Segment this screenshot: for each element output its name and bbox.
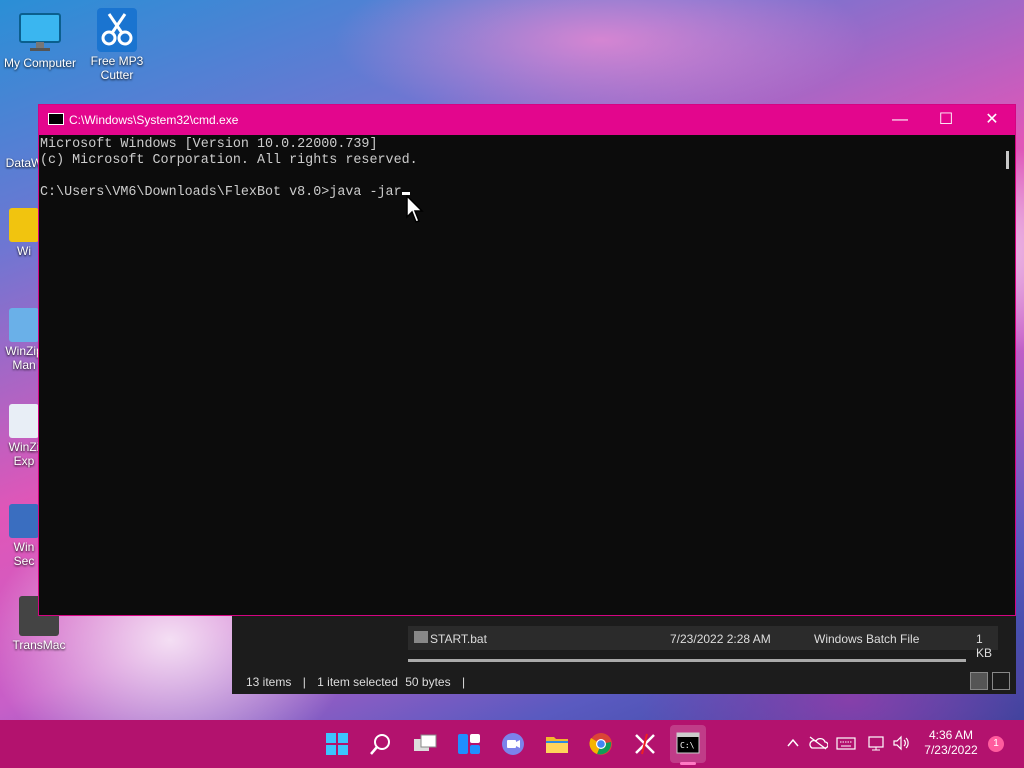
monitor-icon xyxy=(18,10,62,54)
horizontal-scrollbar[interactable] xyxy=(408,659,966,662)
vertical-scrollbar[interactable] xyxy=(1006,151,1009,169)
console-prompt: C:\Users\VM6\Downloads\FlexBot v8.0>java… xyxy=(40,185,402,200)
console-prompt-line: C:\Users\VM6\Downloads\FlexBot v8.0>java… xyxy=(40,185,995,201)
minimize-button[interactable]: — xyxy=(877,105,923,135)
desktop-icon-label: My Computer xyxy=(3,56,77,70)
terminal-taskbar-button[interactable]: C:\ xyxy=(670,725,706,763)
onedrive-icon[interactable] xyxy=(808,736,828,750)
item-count: 13 items xyxy=(246,675,292,689)
details-view-button[interactable] xyxy=(970,672,988,690)
desktop-icon-my-computer[interactable]: My Computer xyxy=(0,10,80,70)
file-explorer-window: START.bat 7/23/2022 2:28 AM Windows Batc… xyxy=(232,612,1016,694)
file-name: START.bat xyxy=(430,632,487,646)
server-shortcut-icon xyxy=(9,504,39,538)
pdf-shortcut-icon xyxy=(9,404,39,438)
widgets-icon[interactable] xyxy=(457,732,481,756)
search-icon[interactable] xyxy=(369,732,393,756)
mouse-pointer-icon xyxy=(406,195,424,223)
console-output[interactable]: Microsoft Windows [Version 10.0.22000.73… xyxy=(39,137,995,615)
scissors-icon xyxy=(95,8,139,52)
file-explorer-icon[interactable] xyxy=(545,732,569,756)
file-date: 7/23/2022 2:28 AM xyxy=(670,632,771,646)
chrome-icon[interactable] xyxy=(589,732,613,756)
status-bar: 13 items | 1 item selected 50 bytes | xyxy=(246,675,466,689)
notification-badge[interactable]: 1 xyxy=(988,736,1004,752)
selected-size: 50 bytes xyxy=(405,675,451,689)
capcut-icon[interactable] xyxy=(633,732,657,756)
task-view-icon[interactable] xyxy=(413,732,437,756)
active-indicator xyxy=(680,762,696,765)
network-icon[interactable] xyxy=(868,735,886,751)
maximize-button[interactable]: ☐ xyxy=(923,105,969,135)
clock[interactable]: 4:36 AM 7/23/2022 xyxy=(918,728,984,758)
volume-icon[interactable] xyxy=(892,735,912,751)
file-type: Windows Batch File xyxy=(814,632,920,646)
teams-chat-icon[interactable] xyxy=(501,732,525,756)
selected-count: 1 item selected xyxy=(317,675,398,689)
title-bar[interactable]: C:\Windows\System32\cmd.exe — ☐ ✕ xyxy=(39,105,1015,135)
large-icons-view-button[interactable] xyxy=(992,672,1010,690)
svg-text:C:\: C:\ xyxy=(680,741,695,750)
folder-shortcut-icon xyxy=(9,208,39,242)
keyboard-icon[interactable] xyxy=(836,737,856,750)
desktop-icon-label: Free MP3 Cutter xyxy=(90,54,144,82)
terminal-icon: C:\ xyxy=(676,732,700,754)
cmd-window[interactable]: C:\Windows\System32\cmd.exe — ☐ ✕ Micros… xyxy=(38,104,1016,616)
clock-date: 7/23/2022 xyxy=(924,743,978,757)
image-shortcut-icon xyxy=(9,308,39,342)
desktop-icon-free-mp3-cutter[interactable]: Free MP3 Cutter xyxy=(77,8,157,82)
file-size: 1 KB xyxy=(976,632,993,660)
console-line: Microsoft Windows [Version 10.0.22000.73… xyxy=(40,137,378,152)
file-row-start-bat[interactable]: START.bat 7/23/2022 2:28 AM Windows Batc… xyxy=(408,626,998,660)
desktop-icon-label: TransMac xyxy=(12,638,66,652)
console-line: (c) Microsoft Corporation. All rights re… xyxy=(40,153,418,168)
chevron-up-icon[interactable] xyxy=(786,736,800,750)
clock-time: 4:36 AM xyxy=(928,728,974,742)
cmd-app-icon xyxy=(48,113,64,125)
window-title: C:\Windows\System32\cmd.exe xyxy=(69,113,239,127)
close-button[interactable]: ✕ xyxy=(969,105,1015,135)
windows-start-icon[interactable] xyxy=(325,732,349,756)
batch-file-icon xyxy=(414,631,428,643)
